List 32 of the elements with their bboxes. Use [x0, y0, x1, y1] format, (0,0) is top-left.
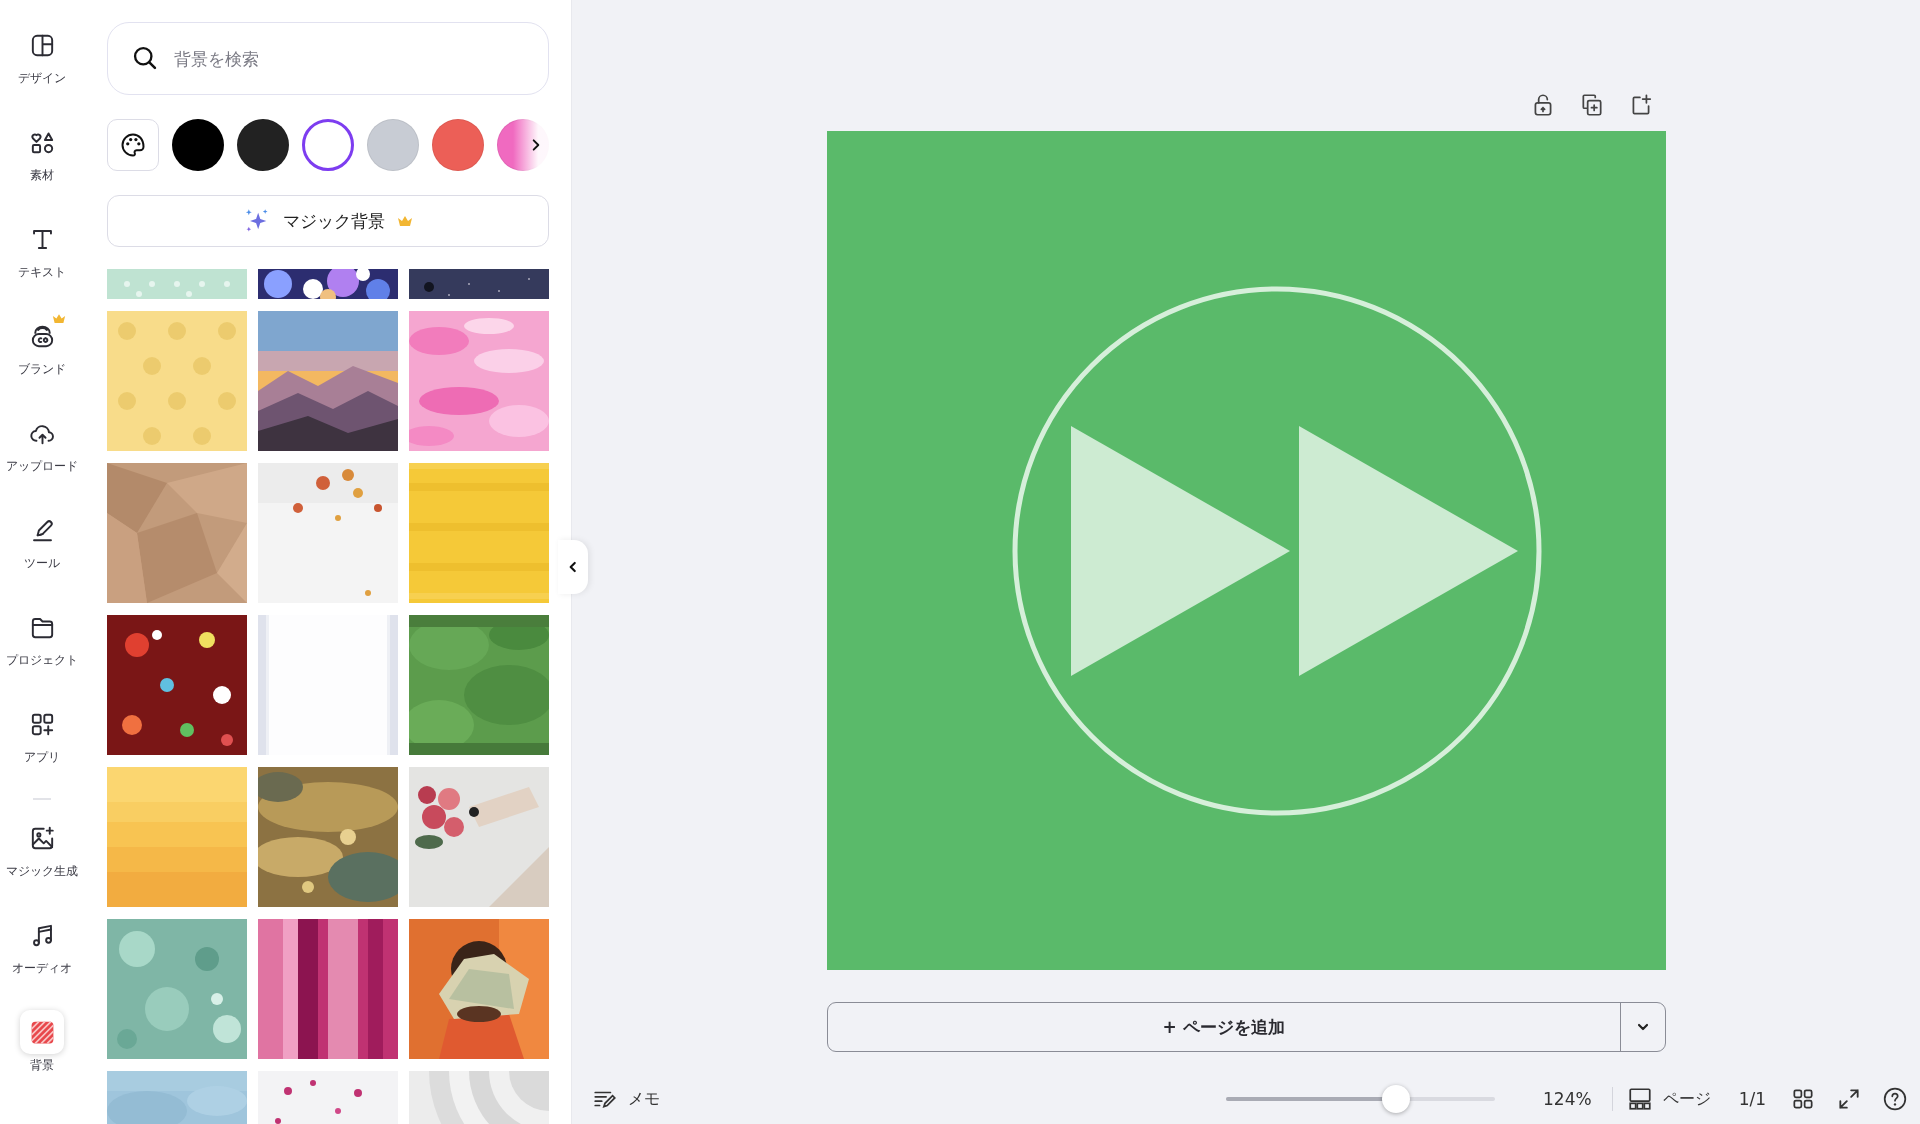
- sidebar-item[interactable]: ツール: [0, 507, 84, 604]
- notes-button[interactable]: メモ: [592, 1086, 660, 1112]
- next-button[interactable]: [513, 119, 549, 171]
- collapse-panel-button[interactable]: [558, 540, 588, 594]
- palette-icon: [119, 131, 147, 159]
- sidebar-item[interactable]: プロジェクト: [0, 604, 84, 701]
- fullscreen-button[interactable]: [1836, 1086, 1862, 1112]
- slider-thumb[interactable]: [1381, 1085, 1410, 1113]
- help-icon: [1882, 1086, 1908, 1112]
- expand-icon: [1836, 1086, 1862, 1112]
- sidebar-item[interactable]: テキスト: [0, 216, 84, 313]
- design-canvas[interactable]: [826, 131, 1666, 970]
- grid-view-button[interactable]: [1790, 1086, 1816, 1112]
- sidebar-item[interactable]: マジック生成: [0, 815, 84, 912]
- page-count: 1/1: [1738, 1089, 1766, 1109]
- zoom-percentage: 124%: [1543, 1089, 1592, 1109]
- search-field[interactable]: 背景を検索: [107, 22, 549, 95]
- grid-icon: [1790, 1086, 1816, 1112]
- search-icon: [131, 44, 159, 72]
- sidebar-item[interactable]: 背景: [0, 1009, 84, 1106]
- sidebar-item[interactable]: オーディオ: [0, 912, 84, 1009]
- sidebar-item[interactable]: アップロード: [0, 410, 84, 507]
- color-palette-button[interactable]: [107, 119, 159, 171]
- magic-background-button[interactable]: マジック背景: [107, 195, 549, 247]
- sidebar-item[interactable]: 素材: [0, 119, 84, 216]
- sidebar-item[interactable]: ブランド: [0, 313, 84, 410]
- help-button[interactable]: [1882, 1086, 1908, 1112]
- sidebar-item[interactable]: デザイン: [0, 22, 84, 119]
- color-swatch[interactable]: [302, 119, 354, 171]
- page-layout-icon: [1626, 1086, 1653, 1112]
- sidebar-item[interactable]: アプリ: [0, 701, 84, 798]
- pages-button[interactable]: ページ: [1626, 1086, 1711, 1112]
